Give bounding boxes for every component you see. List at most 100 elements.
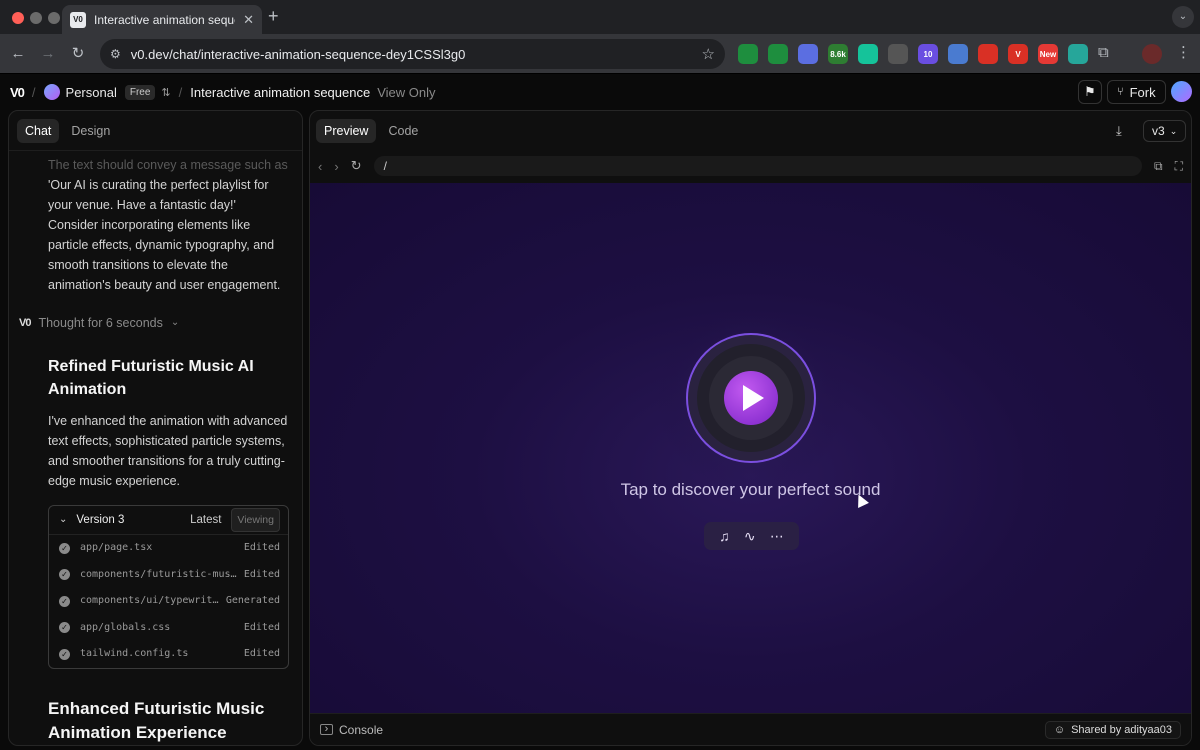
file-name: tailwind.config.ts [80,648,189,660]
check-icon: ✓ [59,648,70,660]
tab-code[interactable]: Code [380,119,426,143]
response-heading-1: Refined Futuristic Music AI Animation [48,358,254,398]
chevron-down-icon: ⌄ [1169,125,1178,136]
ext-new-icon[interactable]: New [1038,44,1058,64]
more-options-icon[interactable]: ⋯ [770,528,784,545]
user-avatar[interactable] [1171,81,1192,102]
preview-back-icon[interactable]: ‹ [318,159,322,174]
extensions-puzzle-icon[interactable]: ⧉ [1098,44,1109,61]
ext-green-icon[interactable] [738,44,758,64]
tab-title: Interactive animation sequence [94,12,235,27]
file-name: app/globals.css [80,621,171,633]
file-status: Edited [243,648,280,660]
workspace-switch-icon[interactable]: ⇅ [161,86,170,99]
close-window-button[interactable] [12,12,24,24]
workspace-avatar [43,84,60,100]
version-file-row[interactable]: ✓ app/page.tsx Edited [49,535,288,562]
thought-toggle[interactable]: V0 Thought for 6 seconds ⌄ [19,313,288,333]
file-name: components/futuristic-music-… [80,568,238,580]
version-select-value: v3 [1152,124,1165,138]
tab-design[interactable]: Design [63,119,118,143]
v0-small-logo: V0 [19,317,32,329]
file-name: app/page.tsx [80,542,153,554]
shared-by-text: Shared by adityaa03 [1071,723,1172,736]
version-file-list: ✓ app/page.tsx Edited ✓ components/futuristi… [49,535,288,668]
reload-icon[interactable]: ↻ [68,44,88,64]
browser-toolbar: ← → ↻ ⚙ v0.dev/chat/interactive-animatio… [0,34,1200,74]
ext-badge-icon[interactable]: 10 [918,44,938,64]
close-tab-icon[interactable]: ✕ [243,12,254,28]
version-label: Version 3 [76,514,125,526]
chat-scroll[interactable]: The text should convey a message such as… [9,151,302,745]
version-select[interactable]: v3 ⌄ [1143,120,1187,142]
browser-tab[interactable]: V0 Interactive animation sequence ✕ [62,5,262,34]
ext-pen-icon[interactable] [888,44,908,64]
waveform-icon[interactable]: ∿ [744,528,756,545]
version-file-row[interactable]: ✓ components/futuristic-music-… Edited [49,562,288,589]
maximize-window-button[interactable] [48,12,60,24]
ext-blue-icon[interactable] [798,44,818,64]
minimize-window-button[interactable] [30,12,42,24]
fork-icon: ⑂ [1117,86,1124,98]
plan-badge: Free [124,84,156,100]
ext-red-icon[interactable] [978,44,998,64]
file-status: Generated [225,595,280,607]
app-header: V0 / Personal Free ⇅ / Interactive anima… [0,74,1200,110]
chat-panel-tabs: Chat Design [9,111,302,151]
tab-chat[interactable]: Chat [17,118,60,143]
version-header[interactable]: ⌄ Version 3 Latest Viewing [49,506,288,535]
ext-cursor-icon[interactable] [768,44,788,64]
console-icon[interactable]: › [320,724,333,735]
version-file-row[interactable]: ✓ app/globals.css Edited [49,615,288,642]
prompt-text: 'Our AI is curating the perfect playlist… [48,178,281,292]
file-status: Edited [243,542,280,554]
open-new-window-icon[interactable]: ⧉ [1154,159,1163,174]
ext-screen-icon[interactable] [948,44,968,64]
play-button[interactable] [724,371,778,425]
version-card[interactable]: ⌄ Version 3 Latest Viewing ✓ app/page.tsx… [48,505,289,669]
new-tab-icon[interactable]: + [268,6,279,27]
preview-forward-icon[interactable]: › [334,159,338,174]
bookmark-star-icon[interactable]: ☆ [702,45,715,63]
version-file-row[interactable]: ✓ tailwind.config.ts Edited [49,641,288,668]
check-icon: ✓ [59,569,70,581]
thought-label: Thought for 6 seconds [38,316,163,330]
fork-button[interactable]: ⑂ Fork [1107,80,1166,104]
prompt-faded-line: The text should convey a message such as [48,158,288,172]
music-note-icon[interactable]: ♫ [719,528,730,544]
ext-counter-icon[interactable]: 8.6k [828,44,848,64]
ext-v-icon[interactable]: V [1008,44,1028,64]
chevron-down-icon: ⌄ [59,514,68,525]
address-bar[interactable]: ⚙ v0.dev/chat/interactive-animation-sequ… [100,39,725,69]
browser-menu-icon[interactable]: ⋮ [1176,43,1191,61]
site-settings-icon[interactable]: ⚙ [110,47,121,61]
chat-panel: Chat Design The text should convey a mes… [8,110,303,746]
v0-favicon-icon: V0 [70,11,86,28]
response-heading-2: Enhanced Futuristic Music Animation Expe… [48,698,265,742]
extensions-bar: 8.6k 10 V New [738,43,1088,65]
v0-logo[interactable]: V0 [10,85,25,100]
project-title: Interactive animation sequence [190,84,371,100]
console-label[interactable]: Console [339,723,383,737]
report-flag-icon[interactable]: ⚑ [1078,80,1102,104]
version-file-row[interactable]: ✓ components/ui/typewriter… Generated [49,588,288,615]
tab-search-icon[interactable]: ⌄ [1172,6,1194,28]
viewing-badge: Viewing [231,508,280,532]
preview-canvas[interactable]: Tap to discover your perfect sound ♫ ∿ ⋯ [310,183,1191,714]
workspace-name[interactable]: Personal [66,85,117,100]
preview-path-input[interactable]: / [373,156,1143,176]
profile-avatar[interactable] [1142,44,1162,64]
chevron-down-icon: ⌄ [170,317,180,328]
ext-teal-icon[interactable] [1068,44,1088,64]
back-icon[interactable]: ← [8,44,28,64]
tab-preview[interactable]: Preview [316,119,377,143]
preview-reload-icon[interactable]: ↻ [351,158,362,174]
forward-icon[interactable]: → [38,44,58,64]
ext-grammarly-icon[interactable] [858,44,878,64]
fullscreen-icon[interactable]: ⛶ [1175,159,1183,174]
preview-panel: Preview Code ⤓ v3 ⌄ ‹ › ↻ / ⧉ ⛶ Tap to d… [309,110,1192,746]
download-icon[interactable]: ⤓ [1116,123,1122,139]
preview-url-row: ‹ › ↻ / ⧉ ⛶ [310,151,1191,181]
file-name: components/ui/typewriter… [80,595,220,607]
preview-tagline: Tap to discover your perfect sound [620,480,881,499]
